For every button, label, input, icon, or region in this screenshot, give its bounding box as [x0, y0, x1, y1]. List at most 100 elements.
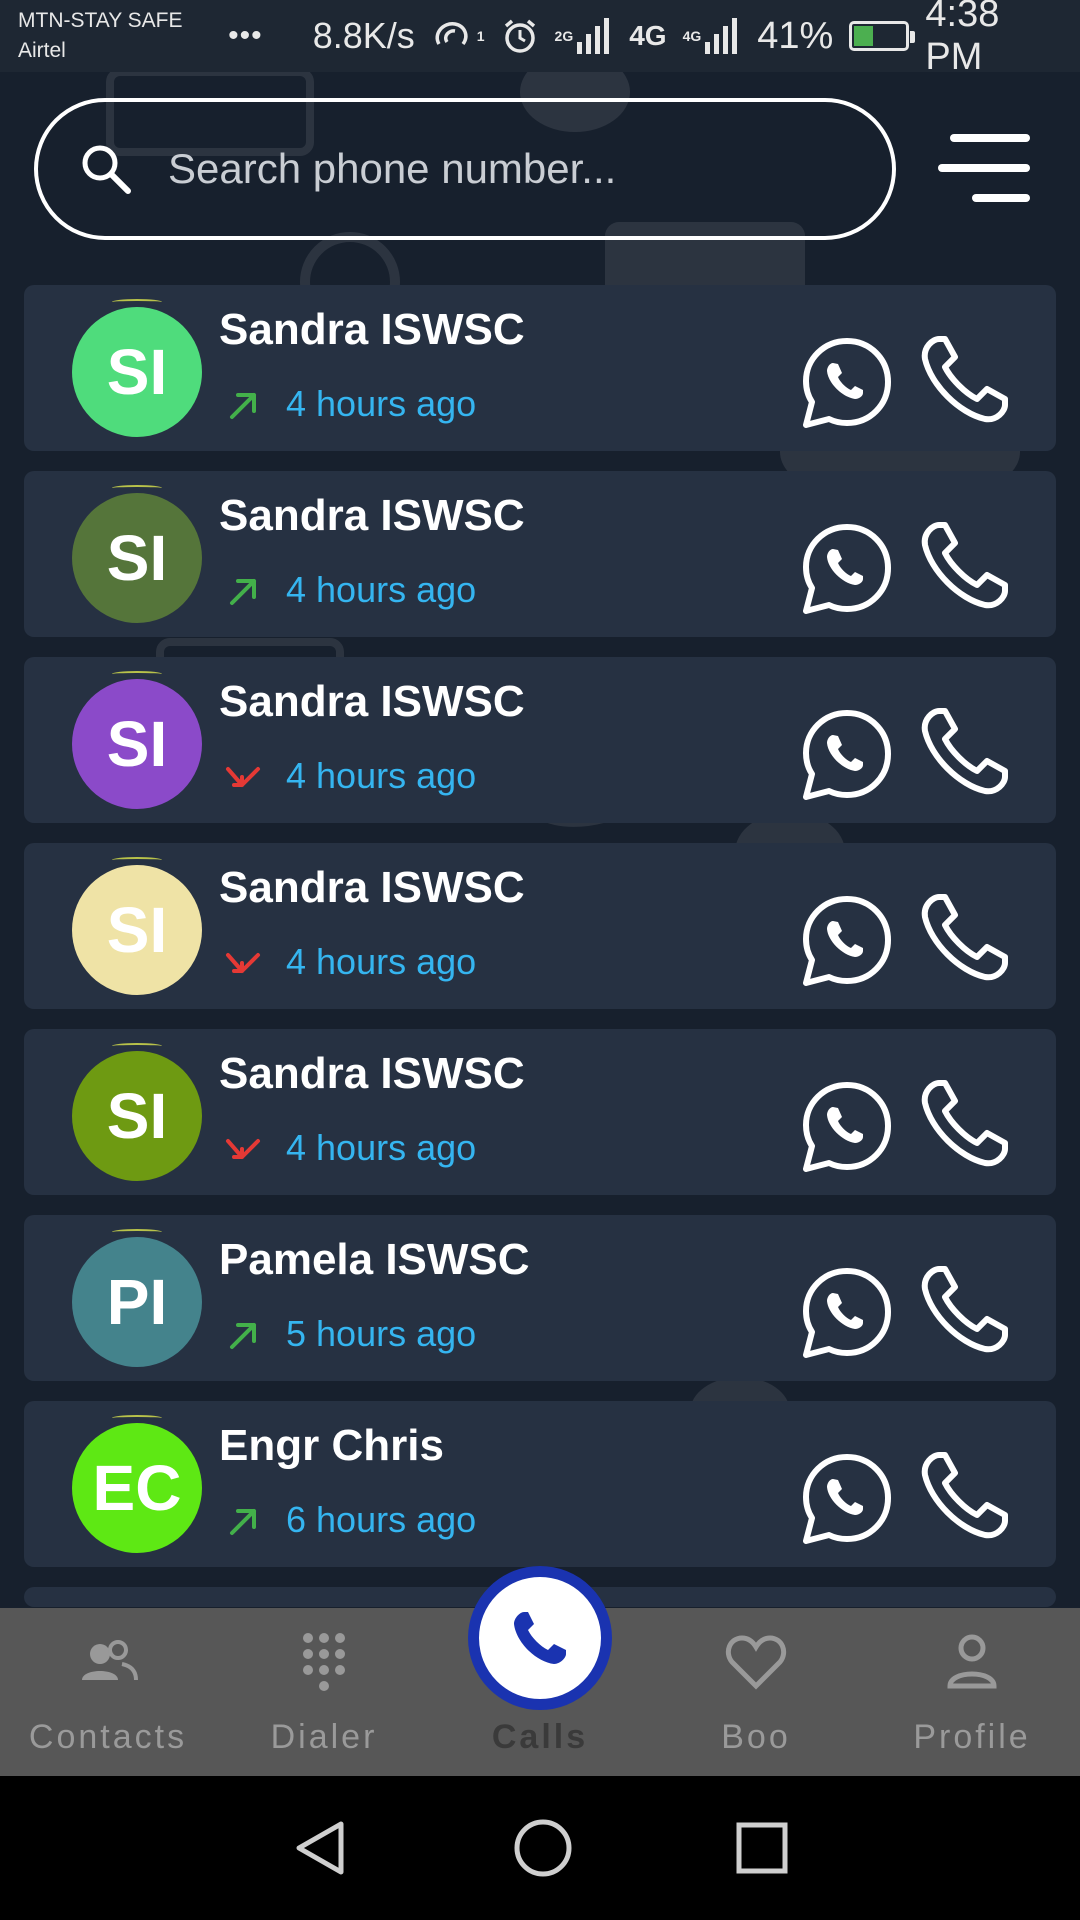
- call-meta: 5 hours ago: [224, 1313, 476, 1355]
- avatar-initials: SI: [106, 708, 168, 780]
- carrier-secondary: Airtel: [18, 39, 66, 62]
- avatar: EC: [72, 1415, 202, 1553]
- heart-icon: [725, 1635, 787, 1690]
- call-row[interactable]: SI Sandra ISWSC 4 hours ago: [24, 471, 1056, 637]
- contact-name: Engr Chris: [219, 1421, 444, 1470]
- dialpad-icon: [303, 1633, 345, 1691]
- outgoing-call-icon: [230, 579, 256, 605]
- alarm-icon: [501, 17, 539, 55]
- search-icon: [82, 145, 131, 194]
- call-meta: 4 hours ago: [224, 755, 476, 797]
- nav-calls-label: Calls: [491, 1718, 589, 1756]
- search-bar[interactable]: [34, 98, 896, 240]
- more-notifications-icon: •••: [228, 19, 263, 52]
- phone-call-icon[interactable]: [917, 333, 1011, 427]
- call-time: 6 hours ago: [286, 1499, 477, 1540]
- nav-profile-label: Profile: [913, 1718, 1031, 1756]
- system-nav-bar: [0, 1776, 1080, 1920]
- sim-badge: 1: [476, 28, 485, 44]
- menu-line-middle: [938, 164, 1030, 172]
- whatsapp-icon[interactable]: [800, 521, 894, 617]
- nav-profile[interactable]: Profile: [864, 1608, 1080, 1776]
- nav-contacts-label: Contacts: [28, 1718, 188, 1756]
- outgoing-call-icon: [230, 1509, 256, 1535]
- search-input[interactable]: [168, 145, 808, 193]
- avatar-initials: SI: [106, 894, 168, 966]
- contact-name: Pamela ISWSC: [219, 1235, 530, 1284]
- phone-call-icon[interactable]: [917, 1077, 1011, 1171]
- avatar-initials: SI: [106, 522, 168, 594]
- call-time: 5 hours ago: [286, 1313, 477, 1354]
- whatsapp-icon[interactable]: [800, 707, 894, 803]
- call-time: 4 hours ago: [286, 941, 477, 982]
- call-meta: 6 hours ago: [224, 1499, 476, 1541]
- call-time: 4 hours ago: [286, 569, 477, 610]
- whatsapp-icon[interactable]: [800, 1451, 894, 1547]
- whatsapp-icon[interactable]: [800, 893, 894, 989]
- avatar: SI: [72, 485, 202, 623]
- calls-fab-button[interactable]: [468, 1566, 612, 1710]
- call-row[interactable]: SI Sandra ISWSC 4 hours ago: [24, 1029, 1056, 1195]
- whatsapp-icon[interactable]: [800, 335, 894, 431]
- signal-4g-icon: 4G: [683, 16, 742, 56]
- nav-boo[interactable]: Boo: [648, 1608, 864, 1776]
- call-row[interactable]: PI Pamela ISWSC 5 hours ago: [24, 1215, 1056, 1381]
- avatar-initials: SI: [106, 336, 168, 408]
- main-area: @ SISandra ISWSC4 hours agoSISandra ISWS…: [0, 72, 1080, 1608]
- avatar: SI: [72, 1043, 202, 1181]
- missed-call-icon: [226, 953, 260, 973]
- call-meta: 4 hours ago: [224, 1127, 476, 1169]
- call-meta: 4 hours ago: [224, 383, 476, 425]
- net-4g-small-label: 4G: [682, 28, 702, 44]
- phone-icon: [514, 1612, 566, 1664]
- contact-name: Sandra ISWSC: [219, 1049, 525, 1098]
- call-meta: 4 hours ago: [224, 941, 476, 983]
- call-row[interactable]: SI Sandra ISWSC 4 hours ago: [24, 285, 1056, 451]
- battery-fill: [854, 26, 873, 46]
- menu-line-bottom: [972, 194, 1030, 202]
- net-2g-label: 2G: [554, 28, 574, 44]
- nav-dialer-label: Dialer: [270, 1718, 378, 1756]
- contacts-icon: [82, 1640, 138, 1681]
- call-row[interactable]: EC Engr Chris 6 hours ago: [24, 1401, 1056, 1567]
- avatar-initials: EC: [92, 1452, 182, 1524]
- nav-boo-label: Boo: [721, 1718, 791, 1756]
- call-time: 4 hours ago: [286, 1127, 477, 1168]
- clock: 4:38 PM: [925, 0, 1000, 78]
- status-bar: MTN-STAY SAFE Airtel ••• 8.8K/s 1 2G 4G …: [0, 0, 1080, 78]
- avatar: SI: [72, 671, 202, 809]
- phone-call-icon[interactable]: [917, 1449, 1011, 1543]
- carrier-info: MTN-STAY SAFE Airtel: [18, 6, 216, 66]
- carrier-primary: MTN-STAY SAFE: [18, 9, 183, 32]
- contact-name: Sandra ISWSC: [219, 491, 525, 540]
- hotspot-icon: 1: [431, 16, 485, 56]
- whatsapp-icon[interactable]: [800, 1265, 894, 1361]
- call-time: 4 hours ago: [286, 383, 477, 424]
- nav-dialer[interactable]: Dialer: [216, 1608, 432, 1776]
- battery-percent: 41%: [757, 14, 834, 57]
- call-meta: 4 hours ago: [224, 569, 476, 611]
- back-icon[interactable]: [291, 1818, 351, 1878]
- call-row[interactable]: SI Sandra ISWSC 4 hours ago: [24, 843, 1056, 1009]
- contact-name: Sandra ISWSC: [219, 305, 525, 354]
- recents-icon[interactable]: [735, 1821, 789, 1875]
- avatar-initials: PI: [106, 1266, 168, 1338]
- call-time: 4 hours ago: [286, 755, 477, 796]
- whatsapp-icon[interactable]: [800, 1079, 894, 1175]
- phone-call-icon[interactable]: [917, 519, 1011, 613]
- contact-name: Sandra ISWSC: [219, 677, 525, 726]
- home-icon[interactable]: [512, 1817, 574, 1879]
- phone-call-icon[interactable]: [917, 1263, 1011, 1357]
- outgoing-call-icon: [230, 1323, 256, 1349]
- call-row[interactable]: SI Sandra ISWSC 4 hours ago: [24, 657, 1056, 823]
- net-4g-label: 4G: [629, 20, 667, 51]
- avatar-initials: SI: [106, 1080, 168, 1152]
- menu-button[interactable]: [930, 128, 1030, 208]
- nav-contacts[interactable]: Contacts: [0, 1608, 216, 1776]
- phone-call-icon[interactable]: [917, 891, 1011, 985]
- menu-line-top: [950, 134, 1030, 142]
- signal-2g-icon: 2G: [555, 16, 614, 56]
- contact-name: Sandra ISWSC: [219, 863, 525, 912]
- phone-call-icon[interactable]: [917, 705, 1011, 799]
- outgoing-call-icon: [230, 393, 256, 419]
